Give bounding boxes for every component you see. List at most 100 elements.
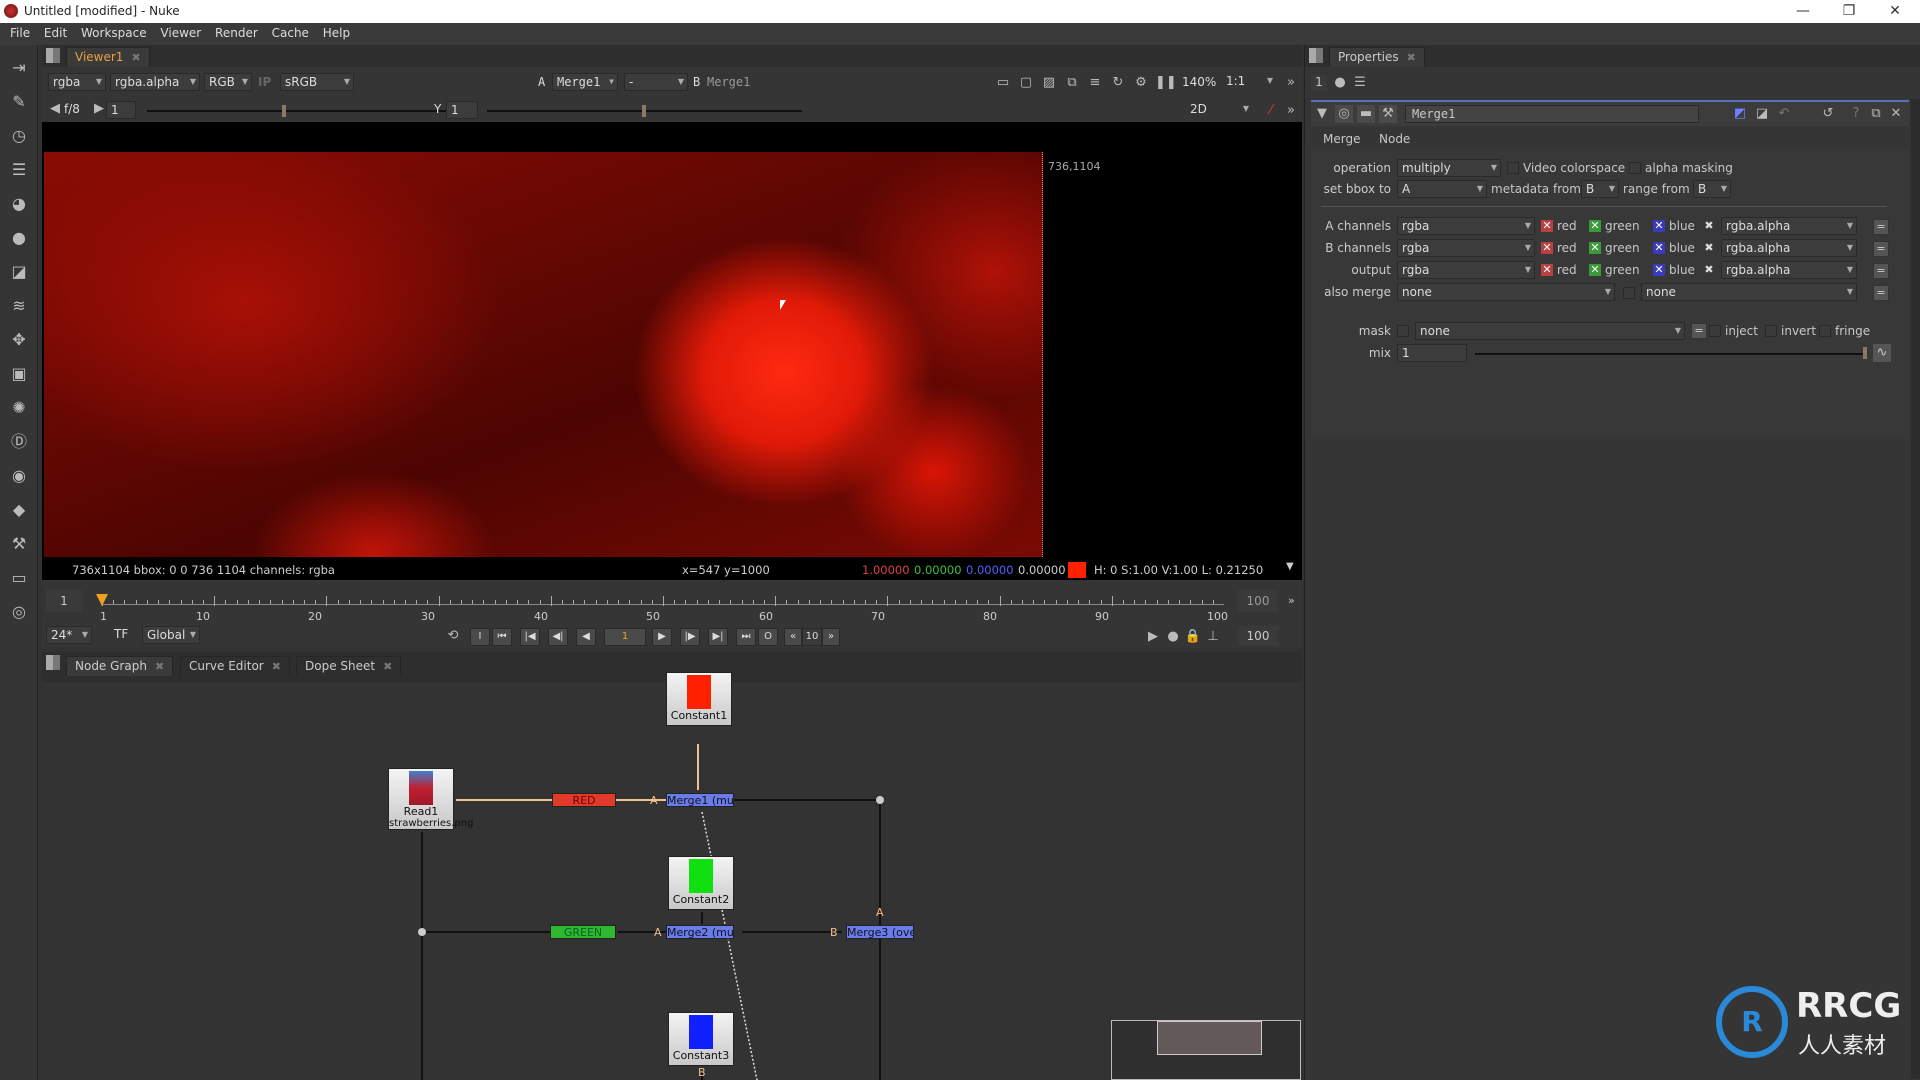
collapse-icon[interactable]: ▼ (1313, 105, 1331, 123)
menu-file[interactable]: File (10, 23, 30, 40)
next-keyframe-button[interactable]: ▶| (708, 628, 728, 646)
pane-menu-icon[interactable] (46, 48, 60, 63)
channels-dropdown[interactable]: rgba ▼ (1397, 261, 1535, 279)
tf-dropdown[interactable]: TF (110, 626, 138, 644)
alpha-channel-dropdown[interactable]: rgba.alpha ▼ (1721, 239, 1857, 257)
red-checkbox[interactable]: ✕ (1541, 264, 1553, 276)
close-button[interactable]: ✕ (1872, 0, 1918, 23)
node-color-icon[interactable]: ◎ (1335, 105, 1353, 123)
merge2-node[interactable]: Merge2 (multiply) (666, 925, 734, 939)
metadata-dropdown[interactable]: B ▼ (1581, 180, 1619, 198)
alpha-channel-dropdown[interactable]: rgba.alpha ▼ (1721, 261, 1857, 279)
red-checkbox[interactable]: ✕ (1541, 220, 1553, 232)
link-button[interactable]: = (1873, 285, 1889, 301)
settings-icon[interactable]: ⚙ (1132, 74, 1150, 92)
animation-curve-icon[interactable]: ∿ (1873, 344, 1891, 362)
alpha-checkbox[interactable]: ✖ (1703, 220, 1715, 232)
wipe-icon[interactable]: ⧉ (1063, 74, 1081, 92)
alpha-checkbox[interactable]: ✖ (1703, 264, 1715, 276)
mix-field[interactable]: 1 (1397, 344, 1467, 362)
link-button[interactable]: = (1873, 241, 1889, 257)
3d-icon[interactable]: ▣ (8, 363, 30, 385)
lines-icon[interactable]: ≡ (1086, 74, 1104, 92)
expand-icon[interactable]: » (1282, 102, 1300, 120)
view-mode-dropdown[interactable]: 2D ▼ (1186, 101, 1252, 119)
revert-icon[interactable]: ↺ (1819, 105, 1837, 123)
menu-render[interactable]: Render (215, 23, 258, 40)
fstop-value[interactable]: f/8 (64, 99, 80, 119)
close-tab-icon[interactable]: ✖ (383, 660, 392, 673)
proxy-dropdown[interactable]: 1:1 ▼ (1222, 73, 1276, 91)
tab-curve-editor[interactable]: Curve Editor ✖ (180, 656, 290, 676)
current-frame-field[interactable]: 1 (604, 628, 646, 646)
a-input-dropdown[interactable]: Merge1 ▼ (552, 73, 618, 91)
help-icon[interactable]: ? (1847, 105, 1865, 123)
zebra-icon[interactable]: ▨ (1040, 74, 1058, 92)
blue-checkbox[interactable]: ✕ (1653, 242, 1665, 254)
pause-icon[interactable]: ❚❚ (1155, 74, 1177, 92)
menu-workspace[interactable]: Workspace (81, 23, 147, 40)
step-field[interactable]: 10 (802, 628, 822, 646)
tab-dope-sheet[interactable]: Dope Sheet ✖ (296, 656, 402, 676)
next-frame-button[interactable]: |▶ (680, 628, 700, 646)
safe-area-icon[interactable]: ▢ (1017, 74, 1035, 92)
invert-checkbox[interactable] (1765, 325, 1777, 337)
record-icon[interactable]: ● (1164, 628, 1182, 646)
menu-help[interactable]: Help (323, 23, 350, 40)
max-panels-field[interactable]: 1 (1311, 75, 1327, 91)
flipbook-icon[interactable]: ▶ (1144, 628, 1162, 646)
playback-range-icon[interactable]: ⊥ (1204, 628, 1222, 646)
pane-menu-icon[interactable] (46, 655, 60, 670)
color-picker-icon[interactable]: ◪ (1753, 105, 1771, 123)
filter-icon[interactable]: ● (8, 227, 30, 249)
toolsets-icon[interactable]: ⚒ (8, 533, 30, 555)
alpha-checkbox[interactable]: ✖ (1703, 242, 1715, 254)
red-node[interactable]: RED (552, 793, 616, 807)
prev-frame-button[interactable]: ◀| (548, 628, 568, 646)
also-merge-checkbox[interactable] (1623, 287, 1635, 299)
furnace-icon[interactable]: ◎ (8, 601, 30, 623)
playhead-icon[interactable] (96, 594, 108, 606)
minimap-viewport[interactable] (1157, 1021, 1262, 1055)
green-checkbox[interactable]: ✕ (1589, 242, 1601, 254)
info-dropdown-icon[interactable]: ▼ (1286, 561, 1294, 572)
timeline-end-field[interactable]: 100 (1238, 590, 1278, 612)
viewer-overlay-icon[interactable]: ◩ (1731, 105, 1749, 123)
inject-checkbox[interactable] (1709, 325, 1721, 337)
fringe-checkbox[interactable] (1819, 325, 1831, 337)
properties-scrollbar[interactable] (1911, 99, 1920, 1079)
play-forward-button[interactable]: ▶ (652, 628, 672, 646)
node-name-field[interactable]: Merge1 (1405, 105, 1699, 123)
read1-node[interactable]: Read1 strawberries.png (388, 768, 473, 830)
metadata-icon[interactable]: ◆ (8, 499, 30, 521)
close-tab-icon[interactable]: ✖ (155, 660, 164, 673)
alpha-masking-checkbox[interactable] (1629, 162, 1641, 174)
range-dropdown[interactable]: B ▼ (1693, 180, 1731, 198)
loop-icon[interactable]: ⟲ (444, 627, 462, 645)
time-icon[interactable]: ◷ (8, 125, 30, 147)
out-frame-field[interactable]: 100 (1238, 626, 1278, 646)
gain-slider-handle[interactable] (282, 105, 286, 117)
alpha-channel-dropdown[interactable]: rgba.alpha ▼ (110, 73, 200, 91)
last-frame-button[interactable]: ⏭ (736, 628, 756, 646)
blue-checkbox[interactable]: ✕ (1653, 220, 1665, 232)
step-back-button[interactable]: « (784, 628, 802, 646)
channels-dropdown[interactable]: rgba ▼ (1397, 217, 1535, 235)
fstop-decrease-icon[interactable]: ◀ (46, 100, 64, 118)
views-icon[interactable]: ◉ (8, 465, 30, 487)
in-point-button[interactable]: I (470, 628, 490, 646)
blue-checkbox[interactable]: ✕ (1653, 264, 1665, 276)
expand-icon[interactable]: » (1282, 74, 1300, 92)
zoom-level[interactable]: 140% (1182, 72, 1216, 92)
lut-dropdown[interactable]: sRGB ▼ (280, 73, 354, 91)
transform-icon[interactable]: ✥ (8, 329, 30, 351)
hide-input-icon[interactable]: ▬ (1357, 105, 1375, 123)
pane-menu-icon[interactable] (1309, 48, 1323, 63)
minimize-button[interactable]: — (1780, 0, 1826, 23)
timeline-start-field[interactable]: 1 (46, 590, 82, 612)
prev-keyframe-button[interactable]: |◀ (520, 628, 540, 646)
play-backward-button[interactable]: ◀ (576, 628, 596, 646)
keyer-icon[interactable]: ◪ (8, 261, 30, 283)
roi-icon[interactable]: ▭ (994, 74, 1012, 92)
first-frame-button[interactable]: ⏮ (492, 628, 512, 646)
